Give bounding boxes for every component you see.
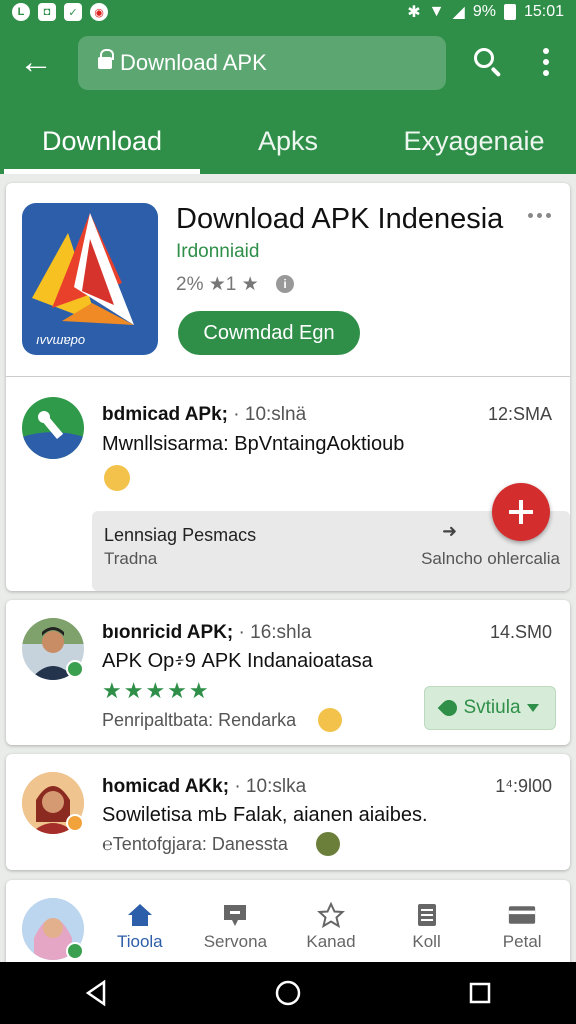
chip-label: Svtiula [463, 697, 521, 718]
notification-l-icon: L [12, 3, 30, 21]
nav-label: Petal [502, 932, 542, 951]
system-nav-bar [0, 962, 576, 1024]
post-author-name: bdmicad APk; [102, 404, 228, 425]
app-title: Download APK Indenesia [176, 203, 504, 235]
vibrate-icon: ✱ [407, 4, 421, 21]
rating-stars: ★★★★★ [102, 678, 211, 703]
divider [6, 376, 570, 377]
back-arrow-icon[interactable]: ← [16, 42, 56, 82]
post-time: 12:SMA [487, 404, 552, 424]
panel-title: Lennsiag Pesmacs [104, 525, 257, 545]
info-icon[interactable]: i [276, 275, 294, 293]
post-text: APK Op፥9 APK Indanaioatasa [102, 650, 373, 672]
emoji-icon [318, 708, 342, 732]
download-button[interactable]: Cowmdad Egn [178, 311, 360, 355]
tool-icon [22, 410, 84, 459]
nav-item-petal[interactable]: Petal [474, 880, 570, 970]
post-handle: · 10:slka [234, 776, 307, 797]
bottom-nav: Tioola Servona Kanad Koll Petal [92, 880, 570, 970]
clock: 15:01 [523, 3, 564, 20]
card-icon [508, 902, 536, 928]
document-icon [413, 902, 441, 928]
post-card: homicad AKk; · 10:slka 1⁴:9l00 Sowiletis… [6, 754, 570, 870]
back-triangle-icon[interactable] [82, 979, 110, 1007]
svtiula-chip[interactable]: Svtiula [424, 686, 556, 730]
nav-label: Servona [203, 932, 268, 951]
app-logo[interactable]: ıvvɯɐpo [22, 203, 158, 355]
post-time: 14.SM0 [489, 622, 552, 642]
status-bar: L ◘ ✓ ◉ ✱ ▼ ◢ 9% 15:01 [0, 0, 576, 24]
panel-right-text: Salncho ohlercalia [421, 549, 560, 568]
signal-icon: ◢ [452, 4, 465, 21]
nav-item-koll[interactable]: Koll [379, 880, 475, 970]
avatar[interactable] [22, 397, 84, 459]
more-vert-icon[interactable] [532, 42, 560, 82]
nav-item-tioola[interactable]: Tioola [92, 880, 188, 970]
url-text: Download APK [120, 50, 267, 75]
post-author[interactable]: homicad AKk; · 10:slka [102, 776, 306, 798]
app-bar: ← Download APK Download Apks Exyagenaie [0, 24, 576, 174]
emoji-icon [316, 832, 340, 856]
add-fab-button[interactable] [492, 483, 550, 541]
recents-square-icon[interactable] [466, 979, 494, 1007]
emoji-icon [104, 465, 130, 491]
wifi-icon: ▼ [428, 3, 445, 20]
post-author-name: bıonricid APK; [102, 622, 234, 643]
battery-icon [503, 4, 516, 20]
share-arrow-icon[interactable]: ➜ [442, 521, 462, 541]
post-author-name: homicad AKk; [102, 776, 230, 797]
app-logo-text: ıvvɯɐpo [36, 332, 86, 347]
chat-bubble-icon [221, 902, 249, 928]
post-card: bıonricid APK; · 16:shla 14.SM0 APK Op፥9… [6, 600, 570, 745]
panel-subtitle: Tradna [104, 549, 158, 568]
post-text: Sowiletisa mЬ Falak, aianen aiaibes. [102, 804, 428, 826]
search-icon[interactable] [468, 42, 508, 82]
home-circle-icon[interactable] [274, 979, 302, 1007]
verified-badge-icon [66, 660, 84, 678]
post-author[interactable]: bdmicad APk; · 10:slnä [102, 404, 306, 426]
url-bar[interactable]: Download APK [78, 36, 446, 90]
bottom-bar: Tioola Servona Kanad Koll Petal [6, 880, 570, 970]
lock-icon [98, 49, 114, 71]
post-time: 1⁴:9l00 [495, 776, 552, 796]
star-outline-icon [317, 902, 345, 928]
post-handle: · 16:shla [238, 622, 312, 643]
tab-apks[interactable]: Apks [204, 108, 372, 174]
notification-alert-icon: ◉ [90, 3, 108, 21]
app-rating: 2% ★1 ★ [176, 274, 259, 295]
post-handle: · 10:slnä [233, 404, 307, 425]
post-subtext: ℮Tentofgjara: Danessta [102, 834, 288, 854]
system-icons: ✱ ▼ ◢ 9% 15:01 [407, 2, 564, 22]
home-icon [126, 902, 154, 928]
nav-item-servona[interactable]: Servona [188, 880, 284, 970]
nav-label: Kanad [306, 932, 356, 951]
notification-check-icon: ✓ [64, 3, 82, 21]
app-developer[interactable]: Irdonniaid [176, 241, 259, 263]
nav-item-kanad[interactable]: Kanad [283, 880, 379, 970]
app-card: ıvvɯɐpo Download APK Indenesia Irdonniai… [6, 183, 570, 591]
post-text: Mwnllsisarma: BpVntaingAoktioub [102, 433, 405, 455]
post-subtext: Penripaltbata: Rendarka [102, 710, 297, 730]
tab-bar: Download Apks Exyagenaie [0, 108, 576, 174]
nav-label: Tioola [116, 932, 163, 951]
post-author[interactable]: bıonricid APK; · 16:shla [102, 622, 311, 644]
nav-label: Koll [412, 932, 441, 951]
tab-download[interactable]: Download [0, 108, 204, 174]
badge-icon [66, 814, 84, 832]
tab-exyagenaie[interactable]: Exyagenaie [372, 108, 576, 174]
verified-badge-icon [66, 942, 84, 960]
notification-icons: L ◘ ✓ ◉ [12, 3, 108, 21]
leaf-icon [438, 696, 461, 720]
battery-percent: 9% [472, 3, 496, 20]
notification-app-icon: ◘ [38, 3, 56, 21]
card-more-icon[interactable] [528, 213, 551, 218]
chevron-down-icon [526, 704, 539, 712]
